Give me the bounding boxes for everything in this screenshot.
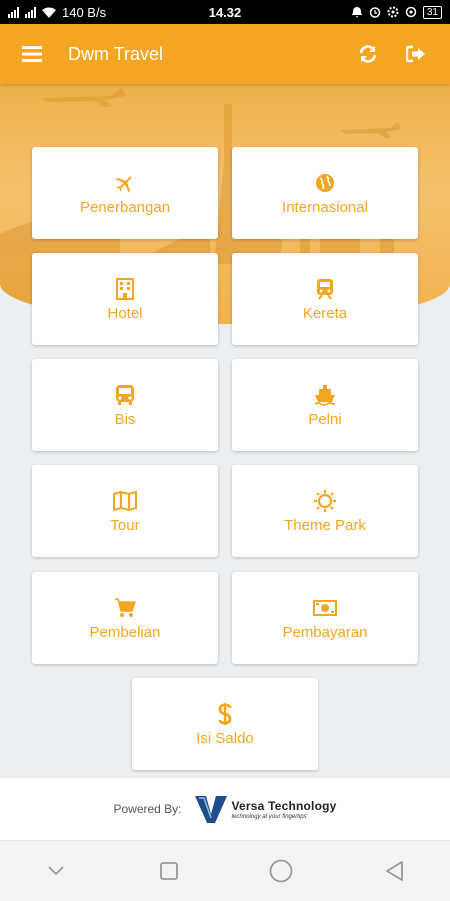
menu-button[interactable] [20, 42, 44, 66]
nav-recents-button[interactable] [139, 851, 199, 891]
nav-back-button[interactable] [364, 851, 424, 891]
menu-label: Pembayaran [282, 623, 368, 641]
dollar-icon [218, 702, 232, 725]
refresh-button[interactable] [348, 34, 388, 74]
menu-card-bis[interactable]: Bis [32, 359, 218, 451]
menu-label: Kereta [302, 304, 348, 322]
brand-tagline: technology at your fingertips [231, 813, 307, 820]
logout-icon [406, 45, 425, 63]
menu-label: Theme Park [284, 516, 366, 534]
menu-card-internasional[interactable]: Internasional [232, 147, 418, 239]
footer: Powered By: Versa Technology technology … [0, 778, 450, 840]
menu-label: Penerbangan [79, 198, 171, 216]
versa-logo-icon [194, 796, 227, 823]
menu-label: Pembelian [89, 623, 161, 641]
refresh-icon [359, 45, 377, 63]
powered-by-label: Powered By: [113, 802, 182, 816]
menu-label: Internasional [282, 198, 368, 216]
cart-icon [115, 597, 136, 617]
logout-button[interactable] [396, 34, 436, 74]
menu-card-pembayaran[interactable]: Pembayaran [232, 572, 418, 664]
circle-icon [269, 859, 293, 883]
menu-label: Isi Saldo [196, 729, 254, 747]
map-icon [113, 490, 137, 511]
airplane-icon [115, 175, 132, 192]
menu-card-pembelian[interactable]: Pembelian [32, 572, 218, 664]
menu-card-penerbangan[interactable]: Penerbangan [32, 147, 218, 239]
chevron-down-icon [48, 866, 64, 876]
menu-icon [22, 46, 42, 62]
brand-logo: Versa Technology technology at your fing… [194, 794, 337, 824]
menu-label: Pelni [308, 410, 342, 428]
bus-icon [116, 384, 134, 405]
menu-label: Bis [114, 410, 136, 428]
menu-label: Tour [110, 516, 140, 534]
square-icon [159, 862, 178, 880]
menu-grid: Penerbangan Internasional Hotel Kereta B… [0, 0, 450, 780]
train-icon [317, 278, 333, 300]
app-bar: Dwm Travel [0, 24, 450, 84]
menu-card-pelni[interactable]: Pelni [232, 359, 418, 451]
nav-collapse-button[interactable] [26, 851, 86, 891]
nav-home-button[interactable] [251, 851, 311, 891]
system-nav-bar [0, 840, 450, 901]
menu-card-tour[interactable]: Tour [32, 465, 218, 557]
menu-card-kereta[interactable]: Kereta [232, 253, 418, 345]
menu-card-isi-saldo[interactable]: Isi Saldo [132, 678, 318, 770]
globe-icon [316, 173, 334, 192]
back-triangle-icon [385, 861, 403, 881]
menu-card-hotel[interactable]: Hotel [32, 253, 218, 345]
brand-name: Versa Technology [231, 798, 337, 813]
hotel-icon [116, 277, 134, 300]
money-icon [313, 599, 337, 616]
sun-icon [314, 489, 336, 512]
ship-icon [314, 384, 335, 406]
menu-label: Hotel [107, 304, 143, 322]
app-title: Dwm Travel [68, 43, 164, 64]
menu-card-theme-park[interactable]: Theme Park [232, 465, 418, 557]
